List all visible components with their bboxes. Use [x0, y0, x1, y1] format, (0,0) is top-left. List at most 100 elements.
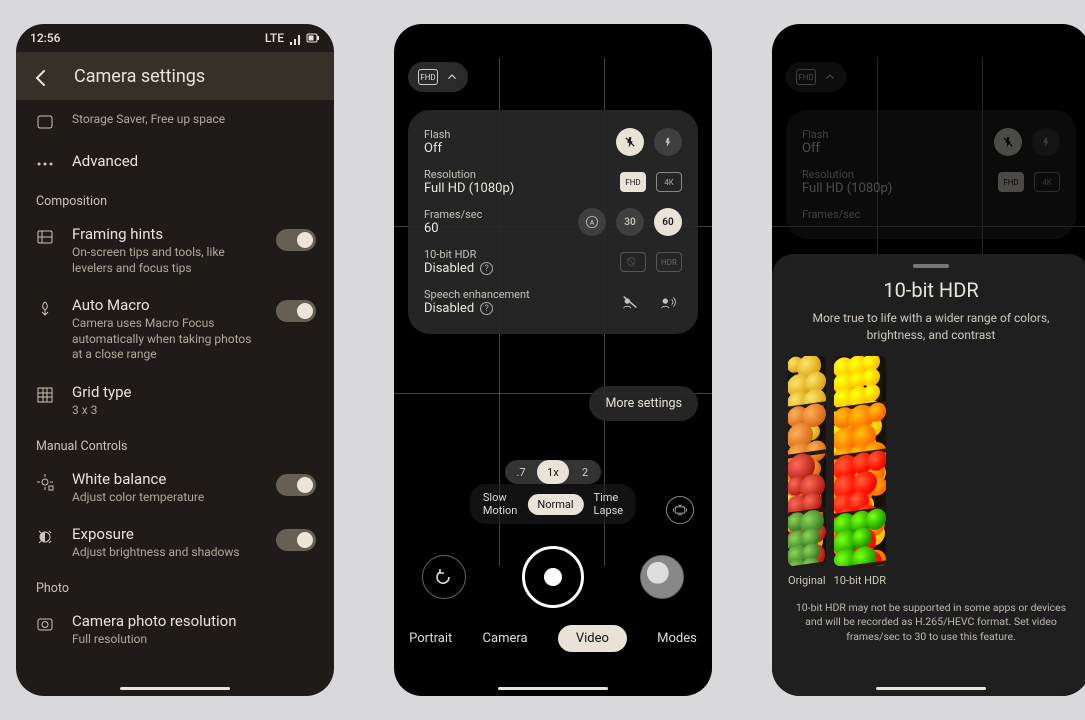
section-composition: Composition — [16, 184, 334, 215]
fps-label: Frames/sec — [424, 208, 482, 221]
speed-timelapse[interactable]: Time Lapse — [584, 487, 634, 521]
section-photo: Photo — [16, 571, 334, 602]
compare-original: Original — [788, 356, 826, 587]
clock: 12:56 — [30, 31, 60, 45]
screen-hdr-info: FHD FlashOff ResolutionFull HD (1080p) F… — [772, 24, 1085, 696]
fps-30-button[interactable]: 30 — [616, 208, 644, 236]
row-advanced[interactable]: Advanced — [16, 142, 334, 184]
qrow-flash: Flash Off — [424, 122, 682, 162]
speed-normal[interactable]: Normal — [527, 494, 583, 515]
swap-camera-button[interactable] — [422, 555, 466, 599]
res-desc: Full resolution — [72, 632, 316, 648]
res-fhd-button[interactable]: FHD — [620, 172, 646, 192]
exposure-desc: Adjust brightness and shadows — [72, 545, 260, 561]
auto-fps-icon — [584, 214, 600, 230]
flash-value: Off — [424, 141, 450, 156]
quicksettings-pill[interactable]: FHD — [408, 62, 468, 92]
row-exposure[interactable]: Exposure Adjust brightness and shadows — [16, 515, 334, 571]
camera-res-icon — [35, 614, 55, 634]
hdr-value: Disabled — [424, 261, 474, 276]
hdr-off-button[interactable]: ⃠ — [620, 252, 646, 272]
caption-hdr: 10-bit HDR — [834, 574, 886, 587]
exposure-icon — [35, 527, 55, 547]
zoom-0-7[interactable]: .7 — [505, 460, 537, 484]
more-icon — [35, 154, 55, 174]
last-capture-thumbnail[interactable] — [640, 555, 684, 599]
res-4k-button[interactable]: 4K — [656, 172, 682, 192]
res-value: Full HD (1080p) — [424, 181, 514, 196]
section-manual: Manual Controls — [16, 429, 334, 460]
tab-portrait[interactable]: Portrait — [409, 631, 452, 646]
sheet-title: 10-bit HDR — [788, 278, 1074, 302]
row-grid-type[interactable]: Grid type 3 x 3 — [16, 373, 334, 429]
app-bar: Camera settings — [16, 52, 334, 100]
fps-value: 60 — [424, 221, 482, 236]
wb-title: White balance — [72, 470, 260, 488]
qrow-resolution: Resolution Full HD (1080p) FHD 4K — [424, 162, 682, 202]
record-dot — [544, 568, 562, 586]
flash-on-button[interactable] — [654, 128, 682, 156]
mode-tabs[interactable]: Portrait Camera Video Modes — [394, 625, 712, 652]
row-framing-hints[interactable]: Framing hints On-screen tips and tools, … — [16, 215, 334, 286]
grid-icon — [35, 385, 55, 405]
speed-slow[interactable]: Slow Motion — [473, 487, 528, 521]
gesture-bar[interactable] — [498, 687, 608, 690]
framing-title: Framing hints — [72, 225, 260, 243]
signal-icon — [288, 31, 302, 45]
framing-switch[interactable] — [276, 229, 316, 251]
capture-row — [394, 546, 712, 608]
stabilization-button[interactable] — [666, 496, 694, 524]
grid-title: Grid type — [72, 383, 316, 401]
back-icon[interactable] — [30, 66, 50, 86]
fps-60-button[interactable]: 60 — [654, 208, 682, 236]
quick-settings-panel: Flash Off Resolution Full HD (1080p) FHD… — [408, 110, 698, 334]
frame-icon — [35, 227, 55, 247]
wb-switch[interactable] — [276, 474, 316, 496]
fine-print: 10-bit HDR may not be supported in some … — [788, 601, 1074, 645]
row-auto-macro[interactable]: Auto Macro Camera uses Macro Focus autom… — [16, 286, 334, 373]
speech-help-icon[interactable]: ? — [480, 302, 493, 315]
hdr-on-button[interactable]: HDR — [656, 252, 682, 272]
macro-switch[interactable] — [276, 300, 316, 322]
speed-selector[interactable]: Slow Motion Normal Time Lapse — [470, 484, 636, 524]
hdr-info-sheet: 10-bit HDR More true to life with a wide… — [772, 254, 1085, 696]
battery-icon — [306, 31, 320, 45]
res-label: Resolution — [424, 168, 514, 181]
page-title: Camera settings — [74, 66, 205, 87]
network-label: LTE — [265, 31, 284, 45]
settings-list[interactable]: Storage Saver, Free up space Advanced Co… — [16, 100, 334, 678]
row-storage-saver[interactable]: Storage Saver, Free up space — [16, 100, 334, 142]
sheet-handle[interactable] — [913, 264, 949, 268]
comparison: Original 10-bit HDR — [788, 356, 1074, 587]
row-photo-resolution[interactable]: Camera photo resolution Full resolution — [16, 602, 334, 658]
macro-icon — [35, 298, 55, 318]
tab-camera[interactable]: Camera — [483, 631, 528, 646]
gesture-bar[interactable] — [876, 687, 986, 690]
flash-label: Flash — [424, 128, 450, 141]
screen-camera-settings: 12:56 LTE Camera settings Storage Saver,… — [16, 24, 334, 696]
speech-off-icon — [621, 293, 639, 311]
row-white-balance[interactable]: White balance Adjust color temperature — [16, 460, 334, 516]
advanced-label: Advanced — [72, 152, 316, 170]
wb-desc: Adjust color temperature — [72, 490, 260, 506]
status-bar: 12:56 LTE — [16, 24, 334, 52]
exposure-switch[interactable] — [276, 529, 316, 551]
speech-on-button[interactable] — [654, 288, 682, 316]
qrow-speech: Speech enhancement Disabled? — [424, 282, 682, 322]
speech-off-button[interactable] — [616, 288, 644, 316]
record-button[interactable] — [522, 546, 584, 608]
zoom-selector[interactable]: .7 1x 2 — [505, 460, 601, 484]
gesture-bar[interactable] — [120, 687, 230, 690]
exposure-title: Exposure — [72, 525, 260, 543]
wb-icon — [35, 472, 55, 492]
more-settings-button[interactable]: More settings — [589, 386, 698, 421]
zoom-2[interactable]: 2 — [569, 460, 601, 484]
fps-auto-button[interactable] — [578, 208, 606, 236]
flash-off-button[interactable] — [616, 128, 644, 156]
screen-video-quicksettings: FHD Flash Off Resolution Full HD (1080p)… — [394, 24, 712, 696]
zoom-1x[interactable]: 1x — [537, 460, 569, 484]
hdr-help-icon[interactable]: ? — [480, 262, 493, 275]
swap-camera-icon — [434, 567, 454, 587]
tab-modes[interactable]: Modes — [657, 631, 697, 646]
tab-video[interactable]: Video — [558, 625, 627, 652]
